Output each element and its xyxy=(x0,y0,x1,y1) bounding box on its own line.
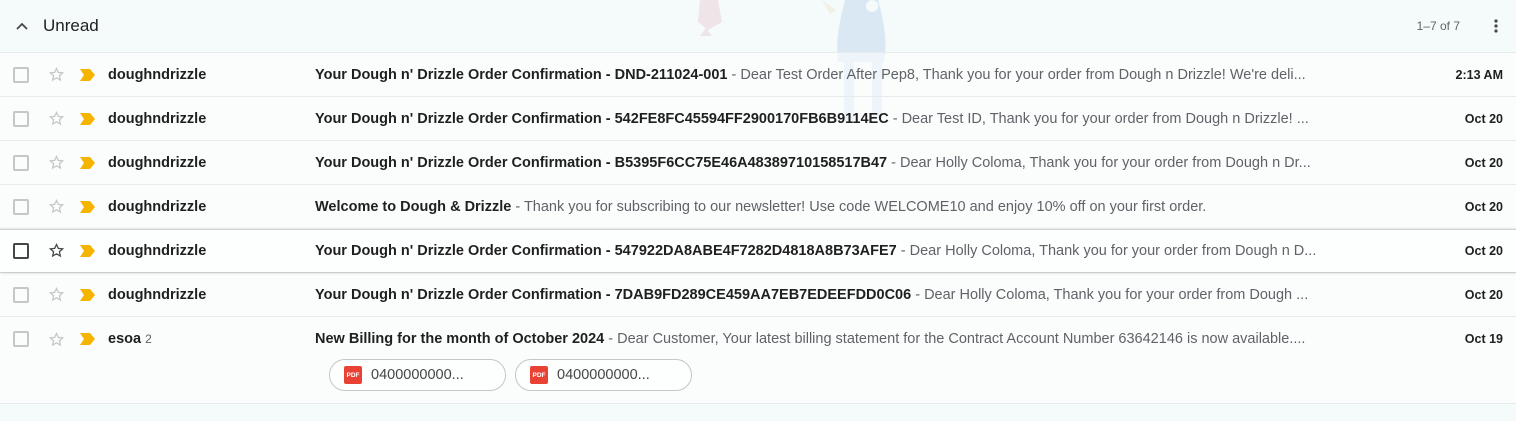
email-subject: Your Dough n' Drizzle Order Confirmation… xyxy=(315,242,897,259)
email-date: Oct 20 xyxy=(1464,243,1503,258)
email-snippet: Thank you for subscribing to our newslet… xyxy=(523,198,1207,215)
important-marker-icon[interactable] xyxy=(79,332,95,346)
email-subject: Your Dough n' Drizzle Order Confirmation… xyxy=(315,110,889,127)
chevron-up-icon[interactable] xyxy=(12,16,32,36)
email-row[interactable]: doughndrizzle Your Dough n' Drizzle Orde… xyxy=(0,52,1516,96)
attachment-name: 0400000000... xyxy=(371,367,464,383)
important-marker-icon[interactable] xyxy=(79,244,95,258)
email-snippet: Dear Test ID, Thank you for your order f… xyxy=(901,110,1309,127)
email-row[interactable]: doughndrizzle Welcome to Dough & Drizzle… xyxy=(0,184,1516,228)
email-snippet: Dear Holly Coloma, Thank you for your or… xyxy=(900,154,1311,171)
sender-name: doughndrizzle xyxy=(108,110,207,127)
email-row[interactable]: doughndrizzle Your Dough n' Drizzle Orde… xyxy=(0,228,1516,272)
pagination-count: 1–7 of 7 xyxy=(1416,19,1460,33)
email-date: Oct 20 xyxy=(1464,199,1503,214)
sender-name: doughndrizzle xyxy=(108,154,207,171)
email-snippet: Dear Holly Coloma, Thank you for your or… xyxy=(924,286,1309,303)
section-title: Unread xyxy=(43,16,99,35)
email-date: Oct 20 xyxy=(1464,155,1503,170)
pdf-icon: PDF xyxy=(344,366,362,384)
email-snippet: Dear Test Order After Pep8, Thank you fo… xyxy=(740,66,1306,83)
email-snippet: Dear Customer, Your latest billing state… xyxy=(617,331,1306,347)
thread-count: 2 xyxy=(145,332,152,346)
email-subject: Your Dough n' Drizzle Order Confirmation… xyxy=(315,286,912,303)
checkbox-icon[interactable] xyxy=(13,110,29,127)
sender-name: doughndrizzle xyxy=(108,198,207,215)
star-icon[interactable] xyxy=(46,153,66,173)
checkbox-icon[interactable] xyxy=(13,198,29,215)
attachment-chip[interactable]: PDF 0400000000... xyxy=(329,359,506,391)
star-icon[interactable] xyxy=(46,65,66,85)
inbox-section: Unread 1–7 of 7 doughndrizzle Your Dough… xyxy=(0,0,1516,421)
sender-name: doughndrizzle xyxy=(108,242,207,259)
email-snippet: Dear Holly Coloma, Thank you for your or… xyxy=(909,242,1317,259)
email-row[interactable]: doughndrizzle Your Dough n' Drizzle Orde… xyxy=(0,272,1516,316)
important-marker-icon[interactable] xyxy=(79,200,95,214)
star-icon[interactable] xyxy=(46,329,66,349)
email-content: New Billing for the month of October 202… xyxy=(315,331,1306,347)
checkbox-icon[interactable] xyxy=(13,286,29,303)
important-marker-icon[interactable] xyxy=(79,156,95,170)
sender-name: esoa 2 xyxy=(108,331,152,347)
important-marker-icon[interactable] xyxy=(79,288,95,302)
email-row[interactable]: doughndrizzle Your Dough n' Drizzle Orde… xyxy=(0,140,1516,184)
checkbox-icon[interactable] xyxy=(13,66,29,83)
list-divider xyxy=(0,403,1516,404)
star-icon[interactable] xyxy=(46,241,66,261)
checkbox-icon[interactable] xyxy=(13,154,29,171)
sender-name: doughndrizzle xyxy=(108,66,207,83)
email-date: Oct 20 xyxy=(1464,287,1503,302)
email-subject: Welcome to Dough & Drizzle xyxy=(315,198,512,215)
email-content: Your Dough n' Drizzle Order Confirmation… xyxy=(315,66,1306,83)
more-vert-icon[interactable] xyxy=(1486,16,1506,36)
email-content: Welcome to Dough & Drizzle - Thank you f… xyxy=(315,198,1207,215)
important-marker-icon[interactable] xyxy=(79,68,95,82)
star-icon[interactable] xyxy=(46,109,66,129)
section-header: Unread 1–7 of 7 xyxy=(0,0,1516,52)
email-content: Your Dough n' Drizzle Order Confirmation… xyxy=(315,110,1309,127)
email-subject: New Billing for the month of October 202… xyxy=(315,331,605,347)
checkbox-icon[interactable] xyxy=(13,331,29,347)
attachment-list: PDF 0400000000... PDF 0400000000... xyxy=(329,359,692,391)
email-date: 2:13 AM xyxy=(1455,67,1503,82)
attachment-name: 0400000000... xyxy=(557,367,650,383)
star-icon[interactable] xyxy=(46,197,66,217)
pdf-icon: PDF xyxy=(530,366,548,384)
email-content: Your Dough n' Drizzle Order Confirmation… xyxy=(315,242,1317,259)
email-content: Your Dough n' Drizzle Order Confirmation… xyxy=(315,154,1311,171)
sender-name: doughndrizzle xyxy=(108,286,207,303)
email-row[interactable]: esoa 2 New Billing for the month of Octob… xyxy=(0,316,1516,404)
email-subject: Your Dough n' Drizzle Order Confirmation… xyxy=(315,66,728,83)
email-row[interactable]: doughndrizzle Your Dough n' Drizzle Orde… xyxy=(0,96,1516,140)
attachment-chip[interactable]: PDF 0400000000... xyxy=(515,359,692,391)
email-list: doughndrizzle Your Dough n' Drizzle Orde… xyxy=(0,52,1516,404)
email-date: Oct 19 xyxy=(1464,332,1503,346)
email-date: Oct 20 xyxy=(1464,111,1503,126)
email-subject: Your Dough n' Drizzle Order Confirmation… xyxy=(315,154,888,171)
star-icon[interactable] xyxy=(46,285,66,305)
important-marker-icon[interactable] xyxy=(79,112,95,126)
email-content: Your Dough n' Drizzle Order Confirmation… xyxy=(315,286,1309,303)
checkbox-icon[interactable] xyxy=(13,242,29,259)
